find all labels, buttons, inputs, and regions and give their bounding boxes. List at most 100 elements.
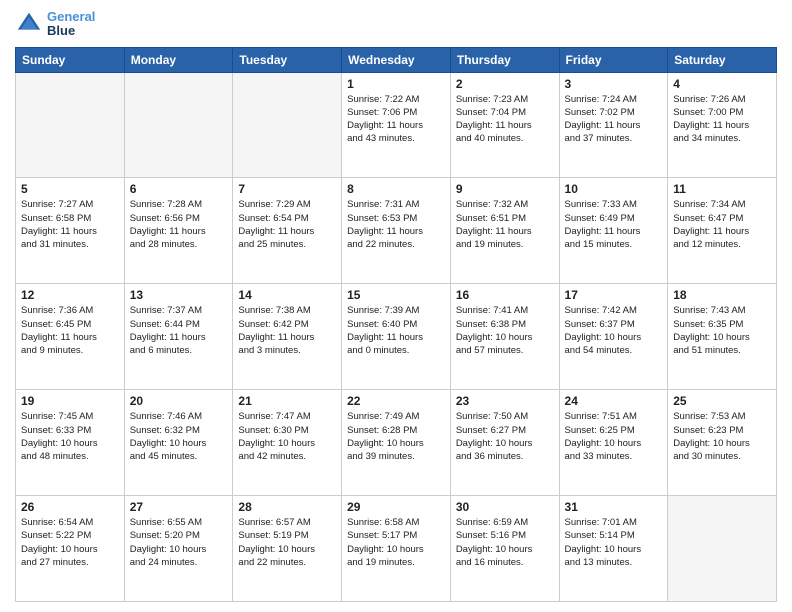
day-info: Sunrise: 7:45 AM Sunset: 6:33 PM Dayligh… bbox=[21, 410, 119, 463]
day-info: Sunrise: 7:01 AM Sunset: 5:14 PM Dayligh… bbox=[565, 516, 663, 569]
day-info: Sunrise: 7:33 AM Sunset: 6:49 PM Dayligh… bbox=[565, 198, 663, 251]
calendar-cell: 23 Sunrise: 7:50 AM Sunset: 6:27 PM Dayli… bbox=[450, 390, 559, 496]
calendar-cell: 10 Sunrise: 7:33 AM Sunset: 6:49 PM Dayli… bbox=[559, 178, 668, 284]
day-info: Sunrise: 7:26 AM Sunset: 7:00 PM Dayligh… bbox=[673, 93, 771, 146]
calendar-cell: 21Sunrise: 7:47 AM Sunset: 6:30 PM Dayli… bbox=[233, 390, 342, 496]
logo: General Blue bbox=[15, 10, 95, 39]
day-info: Sunrise: 7:31 AM Sunset: 6:53 PM Dayligh… bbox=[347, 198, 445, 251]
day-info: Sunrise: 7:49 AM Sunset: 6:28 PM Dayligh… bbox=[347, 410, 445, 463]
calendar-cell: 20 Sunrise: 7:46 AM Sunset: 6:32 PM Dayli… bbox=[124, 390, 233, 496]
day-info: Sunrise: 7:28 AM Sunset: 6:56 PM Dayligh… bbox=[130, 198, 228, 251]
calendar-cell bbox=[233, 72, 342, 178]
calendar-cell: 8 Sunrise: 7:31 AM Sunset: 6:53 PM Daylig… bbox=[342, 178, 451, 284]
day-number: 23 bbox=[456, 394, 554, 408]
calendar-cell: 28 Sunrise: 6:57 AM Sunset: 5:19 PM Dayli… bbox=[233, 496, 342, 602]
calendar-cell: 14 Sunrise: 7:38 AM Sunset: 6:42 PM Dayli… bbox=[233, 284, 342, 390]
day-number: 26 bbox=[21, 500, 119, 514]
day-info: Sunrise: 7:37 AM Sunset: 6:44 PM Dayligh… bbox=[130, 304, 228, 357]
weekday-thursday: Thursday bbox=[450, 47, 559, 72]
calendar-cell bbox=[668, 496, 777, 602]
day-number: 31 bbox=[565, 500, 663, 514]
week-row-1: 1 Sunrise: 7:22 AM Sunset: 7:06 PM Daylig… bbox=[16, 72, 777, 178]
calendar-cell: 17 Sunrise: 7:42 AM Sunset: 6:37 PM Dayli… bbox=[559, 284, 668, 390]
day-number: 10 bbox=[565, 182, 663, 196]
calendar-cell: 26 Sunrise: 6:54 AM Sunset: 5:22 PM Dayli… bbox=[16, 496, 125, 602]
calendar-cell: 19 Sunrise: 7:45 AM Sunset: 6:33 PM Dayli… bbox=[16, 390, 125, 496]
day-info: Sunrise: 6:58 AM Sunset: 5:17 PM Dayligh… bbox=[347, 516, 445, 569]
header: General Blue bbox=[15, 10, 777, 39]
day-number: 6 bbox=[130, 182, 228, 196]
day-info: Sunrise: 7:43 AM Sunset: 6:35 PM Dayligh… bbox=[673, 304, 771, 357]
week-row-2: 5 Sunrise: 7:27 AM Sunset: 6:58 PM Daylig… bbox=[16, 178, 777, 284]
day-info: Sunrise: 7:38 AM Sunset: 6:42 PM Dayligh… bbox=[238, 304, 336, 357]
calendar-cell: 9Sunrise: 7:32 AM Sunset: 6:51 PM Daylig… bbox=[450, 178, 559, 284]
day-info: Sunrise: 6:55 AM Sunset: 5:20 PM Dayligh… bbox=[130, 516, 228, 569]
day-number: 1 bbox=[347, 77, 445, 91]
day-number: 17 bbox=[565, 288, 663, 302]
logo-icon bbox=[15, 10, 43, 38]
day-number: 20 bbox=[130, 394, 228, 408]
day-number: 18 bbox=[673, 288, 771, 302]
day-info: Sunrise: 6:59 AM Sunset: 5:16 PM Dayligh… bbox=[456, 516, 554, 569]
calendar-cell: 24Sunrise: 7:51 AM Sunset: 6:25 PM Dayli… bbox=[559, 390, 668, 496]
day-number: 19 bbox=[21, 394, 119, 408]
day-info: Sunrise: 7:47 AM Sunset: 6:30 PM Dayligh… bbox=[238, 410, 336, 463]
calendar-cell: 29 Sunrise: 6:58 AM Sunset: 5:17 PM Dayli… bbox=[342, 496, 451, 602]
calendar-body: 1 Sunrise: 7:22 AM Sunset: 7:06 PM Daylig… bbox=[16, 72, 777, 601]
calendar-cell: 12Sunrise: 7:36 AM Sunset: 6:45 PM Dayli… bbox=[16, 284, 125, 390]
day-number: 24 bbox=[565, 394, 663, 408]
calendar-cell: 15 Sunrise: 7:39 AM Sunset: 6:40 PM Dayli… bbox=[342, 284, 451, 390]
calendar-cell: 13 Sunrise: 7:37 AM Sunset: 6:44 PM Dayli… bbox=[124, 284, 233, 390]
day-number: 29 bbox=[347, 500, 445, 514]
day-number: 28 bbox=[238, 500, 336, 514]
day-info: Sunrise: 6:54 AM Sunset: 5:22 PM Dayligh… bbox=[21, 516, 119, 569]
calendar-cell: 22 Sunrise: 7:49 AM Sunset: 6:28 PM Dayli… bbox=[342, 390, 451, 496]
day-number: 13 bbox=[130, 288, 228, 302]
week-row-4: 19 Sunrise: 7:45 AM Sunset: 6:33 PM Dayli… bbox=[16, 390, 777, 496]
day-info: Sunrise: 7:42 AM Sunset: 6:37 PM Dayligh… bbox=[565, 304, 663, 357]
day-number: 3 bbox=[565, 77, 663, 91]
day-info: Sunrise: 7:32 AM Sunset: 6:51 PM Dayligh… bbox=[456, 198, 554, 251]
calendar-cell: 18 Sunrise: 7:43 AM Sunset: 6:35 PM Dayli… bbox=[668, 284, 777, 390]
weekday-friday: Friday bbox=[559, 47, 668, 72]
calendar-table: SundayMondayTuesdayWednesdayThursdayFrid… bbox=[15, 47, 777, 602]
weekday-sunday: Sunday bbox=[16, 47, 125, 72]
calendar-cell: 6 Sunrise: 7:28 AM Sunset: 6:56 PM Daylig… bbox=[124, 178, 233, 284]
calendar-cell: 2Sunrise: 7:23 AM Sunset: 7:04 PM Daylig… bbox=[450, 72, 559, 178]
calendar-cell: 11 Sunrise: 7:34 AM Sunset: 6:47 PM Dayli… bbox=[668, 178, 777, 284]
day-number: 14 bbox=[238, 288, 336, 302]
day-info: Sunrise: 7:46 AM Sunset: 6:32 PM Dayligh… bbox=[130, 410, 228, 463]
day-info: Sunrise: 7:27 AM Sunset: 6:58 PM Dayligh… bbox=[21, 198, 119, 251]
calendar-cell: 30 Sunrise: 6:59 AM Sunset: 5:16 PM Dayli… bbox=[450, 496, 559, 602]
day-number: 27 bbox=[130, 500, 228, 514]
day-number: 15 bbox=[347, 288, 445, 302]
day-info: Sunrise: 7:34 AM Sunset: 6:47 PM Dayligh… bbox=[673, 198, 771, 251]
day-number: 4 bbox=[673, 77, 771, 91]
calendar-cell: 31 Sunrise: 7:01 AM Sunset: 5:14 PM Dayli… bbox=[559, 496, 668, 602]
day-info: Sunrise: 7:23 AM Sunset: 7:04 PM Dayligh… bbox=[456, 93, 554, 146]
week-row-3: 12Sunrise: 7:36 AM Sunset: 6:45 PM Dayli… bbox=[16, 284, 777, 390]
day-info: Sunrise: 7:50 AM Sunset: 6:27 PM Dayligh… bbox=[456, 410, 554, 463]
calendar-cell bbox=[124, 72, 233, 178]
day-number: 8 bbox=[347, 182, 445, 196]
day-info: Sunrise: 7:22 AM Sunset: 7:06 PM Dayligh… bbox=[347, 93, 445, 146]
calendar-cell: 7Sunrise: 7:29 AM Sunset: 6:54 PM Daylig… bbox=[233, 178, 342, 284]
weekday-header-row: SundayMondayTuesdayWednesdayThursdayFrid… bbox=[16, 47, 777, 72]
day-number: 30 bbox=[456, 500, 554, 514]
week-row-5: 26 Sunrise: 6:54 AM Sunset: 5:22 PM Dayli… bbox=[16, 496, 777, 602]
calendar-cell: 16 Sunrise: 7:41 AM Sunset: 6:38 PM Dayli… bbox=[450, 284, 559, 390]
day-number: 22 bbox=[347, 394, 445, 408]
day-number: 11 bbox=[673, 182, 771, 196]
day-number: 16 bbox=[456, 288, 554, 302]
day-number: 5 bbox=[21, 182, 119, 196]
day-info: Sunrise: 7:39 AM Sunset: 6:40 PM Dayligh… bbox=[347, 304, 445, 357]
day-info: Sunrise: 7:41 AM Sunset: 6:38 PM Dayligh… bbox=[456, 304, 554, 357]
day-number: 7 bbox=[238, 182, 336, 196]
calendar-cell: 25Sunrise: 7:53 AM Sunset: 6:23 PM Dayli… bbox=[668, 390, 777, 496]
page: General Blue SundayMondayTuesdayWednesda… bbox=[0, 0, 792, 612]
calendar-cell: 1 Sunrise: 7:22 AM Sunset: 7:06 PM Daylig… bbox=[342, 72, 451, 178]
day-number: 12 bbox=[21, 288, 119, 302]
day-number: 25 bbox=[673, 394, 771, 408]
day-info: Sunrise: 6:57 AM Sunset: 5:19 PM Dayligh… bbox=[238, 516, 336, 569]
calendar-cell: 5 Sunrise: 7:27 AM Sunset: 6:58 PM Daylig… bbox=[16, 178, 125, 284]
